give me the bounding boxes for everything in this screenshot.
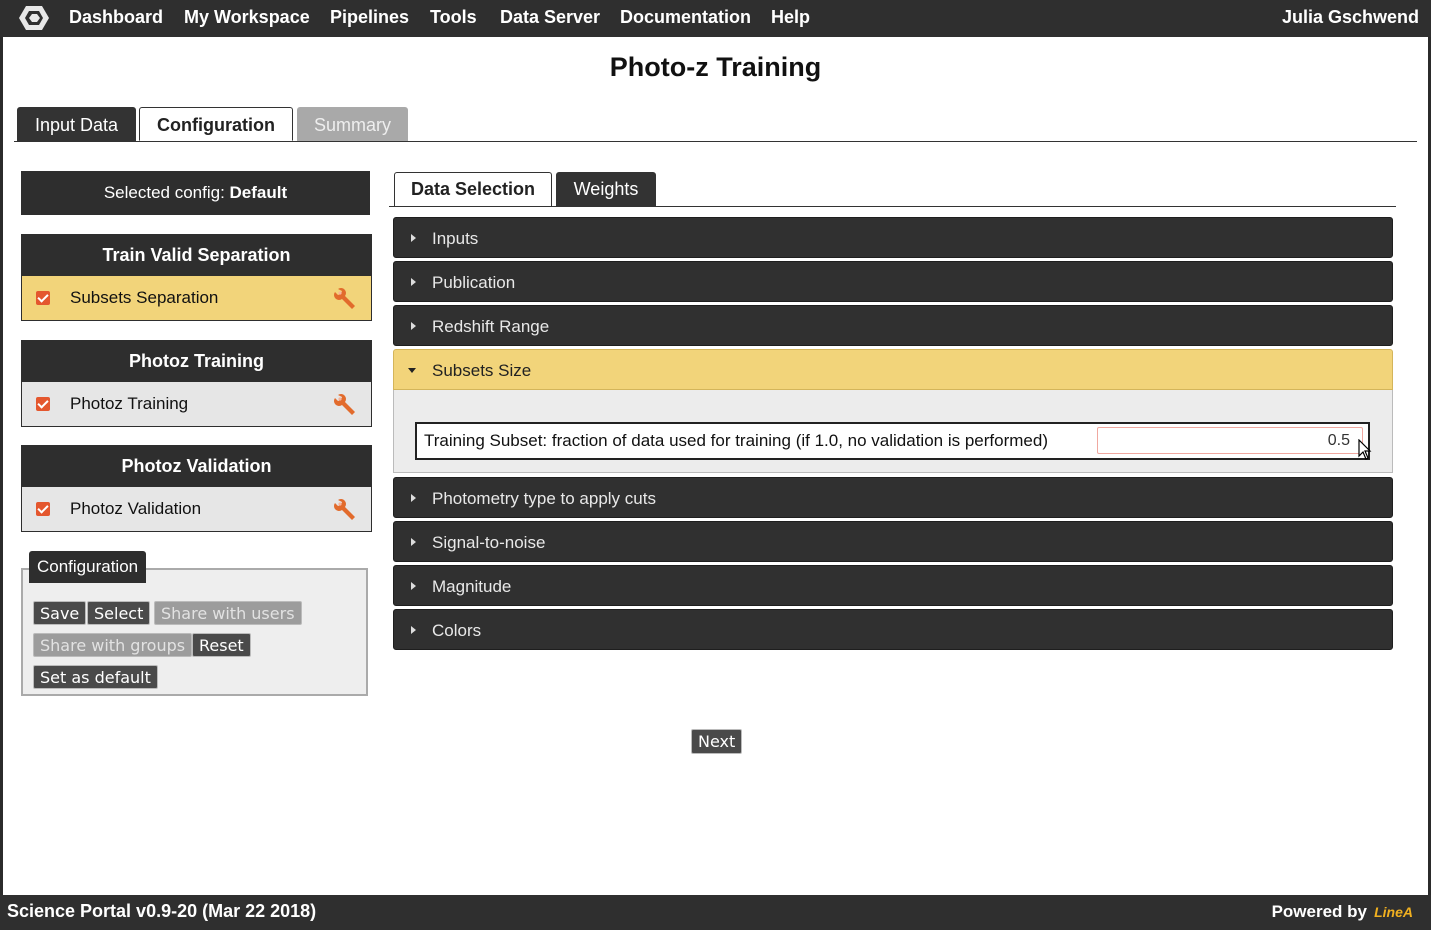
checkbox-photoz-validation[interactable]	[36, 502, 50, 516]
next-button[interactable]: Next	[691, 729, 743, 754]
tabs-divider	[14, 141, 1417, 142]
nav-documentation[interactable]: Documentation	[620, 0, 751, 37]
checkbox-photoz-training[interactable]	[36, 397, 50, 411]
accordion-label: Redshift Range	[432, 317, 550, 336]
accordion-photometry-type[interactable]: Photometry type to apply cuts	[393, 477, 1393, 518]
chevron-down-icon	[408, 368, 416, 373]
accordion-label: Inputs	[432, 229, 479, 248]
accordion-label: Subsets Size	[432, 361, 532, 380]
powered-by-label: Powered by	[1271, 902, 1367, 921]
wrench-icon[interactable]	[333, 392, 359, 418]
accordion-signal-to-noise[interactable]: Signal-to-noise	[393, 521, 1393, 562]
portal-version: Science Portal v0.9-20 (Mar 22 2018)	[7, 901, 317, 921]
panel-photoz-training: Photoz Training Photoz Training	[21, 340, 372, 427]
configuration-legend: Configuration	[29, 551, 147, 583]
nav-tools[interactable]: Tools	[430, 0, 477, 37]
set-as-default-button[interactable]: Set as default	[33, 665, 158, 689]
accordion-label: Signal-to-noise	[432, 533, 546, 552]
module-label: Photoz Training	[70, 394, 189, 413]
chevron-right-icon	[411, 322, 416, 330]
selected-config-banner: Selected config: Default	[21, 171, 370, 215]
subtab-data-selection[interactable]: Data Selection	[394, 172, 552, 207]
tab-summary: Summary	[297, 107, 408, 141]
footer-bar: Science Portal v0.9-20 (Mar 22 2018) Pow…	[0, 895, 1431, 930]
module-label: Subsets Separation	[70, 288, 219, 307]
page-title: Photo-z Training	[609, 52, 822, 82]
user-menu[interactable]: Julia Gschwend	[1282, 0, 1419, 37]
tab-input-data[interactable]: Input Data	[17, 107, 136, 141]
training-subset-label: Training Subset: fraction of data used f…	[424, 431, 1048, 450]
accordion-inputs[interactable]: Inputs	[393, 217, 1393, 258]
chevron-right-icon	[411, 278, 416, 286]
nav-data-server[interactable]: Data Server	[500, 0, 600, 37]
selected-config-value: Default	[229, 183, 288, 202]
training-subset-field: Training Subset: fraction of data used f…	[415, 422, 1370, 460]
reset-button[interactable]: Reset	[192, 633, 251, 657]
nav-pipelines[interactable]: Pipelines	[330, 0, 409, 37]
module-row-subsets-separation[interactable]: Subsets Separation	[22, 276, 371, 320]
chevron-right-icon	[411, 234, 416, 242]
share-with-groups-button: Share with groups	[33, 633, 193, 657]
nav-help[interactable]: Help	[771, 0, 810, 37]
nav-my-workspace[interactable]: My Workspace	[184, 0, 310, 37]
module-row-photoz-training[interactable]: Photoz Training	[22, 382, 371, 426]
training-subset-input[interactable]	[1097, 427, 1363, 454]
panel-train-valid-separation: Train Valid Separation Subsets Separatio…	[21, 234, 372, 321]
panel-photoz-validation: Photoz Validation Photoz Validation	[21, 445, 372, 532]
portal-logo-icon[interactable]	[18, 5, 50, 31]
linea-logo[interactable]: LineA	[1374, 900, 1413, 924]
checkbox-subsets-separation[interactable]	[36, 291, 50, 305]
panel-title: Train Valid Separation	[22, 235, 371, 276]
wrench-icon[interactable]	[333, 286, 359, 312]
accordion-colors[interactable]: Colors	[393, 609, 1393, 650]
accordion-label: Publication	[432, 273, 516, 292]
accordion-label: Magnitude	[432, 577, 512, 596]
accordion-redshift-range[interactable]: Redshift Range	[393, 305, 1393, 346]
save-button[interactable]: Save	[33, 601, 87, 625]
subtab-weights[interactable]: Weights	[556, 172, 656, 207]
chevron-right-icon	[411, 538, 416, 546]
module-label: Photoz Validation	[70, 499, 202, 518]
selected-config-label: Selected config:	[103, 183, 225, 202]
window-frame-left	[0, 0, 3, 930]
mouse-cursor-icon	[1358, 439, 1372, 460]
accordion-magnitude[interactable]: Magnitude	[393, 565, 1393, 606]
accordion-label: Photometry type to apply cuts	[432, 489, 656, 508]
subtabs-divider	[389, 206, 1396, 207]
top-nav-bar: Dashboard My Workspace Pipelines Tools D…	[0, 0, 1431, 37]
module-row-photoz-validation[interactable]: Photoz Validation	[22, 487, 371, 531]
panel-title: Photoz Validation	[22, 446, 371, 487]
chevron-right-icon	[411, 494, 416, 502]
tab-configuration[interactable]: Configuration	[139, 107, 293, 141]
select-button[interactable]: Select	[87, 601, 151, 625]
accordion-label: Colors	[432, 621, 482, 640]
wrench-icon[interactable]	[333, 497, 359, 523]
nav-dashboard[interactable]: Dashboard	[69, 0, 163, 37]
panel-title: Photoz Training	[22, 341, 371, 382]
chevron-right-icon	[411, 626, 416, 634]
accordion-publication[interactable]: Publication	[393, 261, 1393, 302]
share-with-users-button: Share with users	[154, 601, 302, 625]
chevron-right-icon	[411, 582, 416, 590]
accordion-subsets-size[interactable]: Subsets Size	[393, 349, 1393, 390]
